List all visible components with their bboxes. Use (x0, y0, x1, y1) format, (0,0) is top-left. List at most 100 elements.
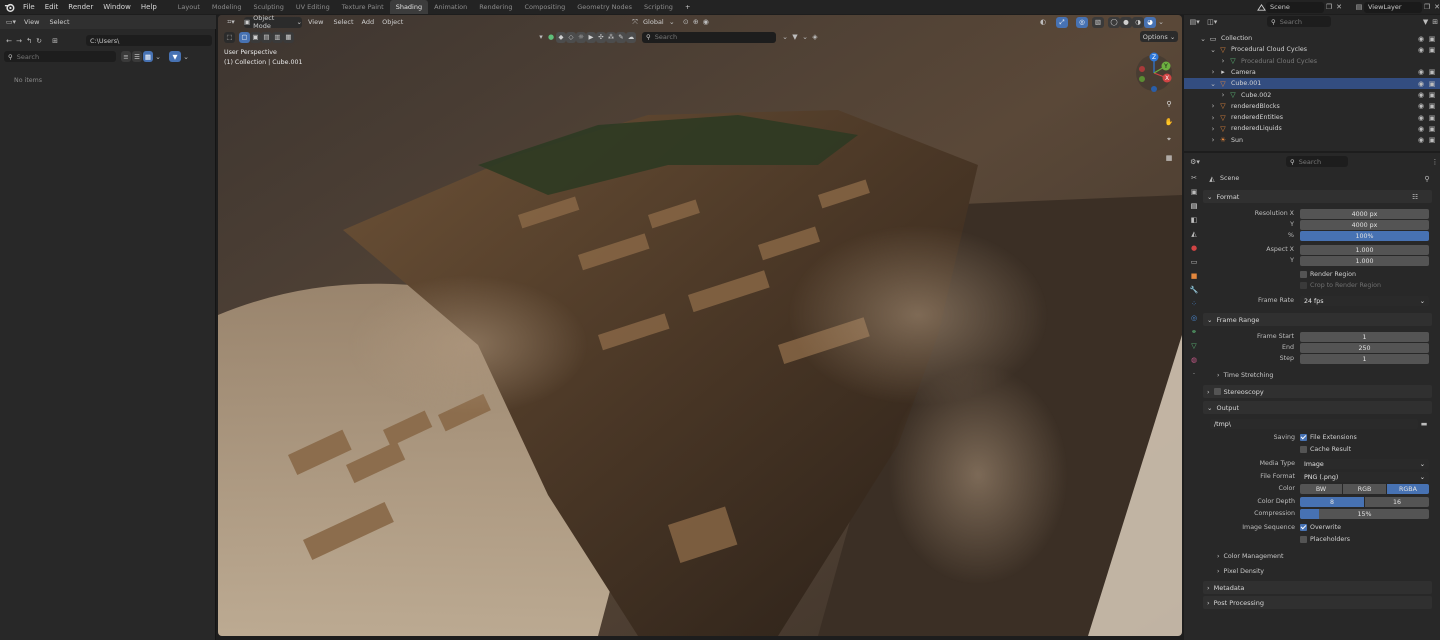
3d-viewport[interactable]: ⌗▾ ▣ Object Mode ⌄ View Select Add Object … (218, 15, 1182, 636)
post-processing-section-header[interactable]: › Post Processing (1203, 596, 1432, 609)
tool-tab-icon[interactable]: ✂ (1189, 173, 1199, 183)
resolution-x-field[interactable]: 4000 px (1300, 209, 1429, 219)
outliner-editor-type-icon[interactable]: ▤▾ (1188, 17, 1201, 27)
outliner-row[interactable]: › ☀ Sun ◉ ▣ (1184, 135, 1440, 146)
new-collection-icon[interactable]: ⊞ (1430, 17, 1440, 27)
tab-geometry-nodes[interactable]: Geometry Nodes (571, 0, 638, 14)
checkbox-icon[interactable] (1213, 388, 1221, 395)
sphere-icon[interactable]: ● (546, 32, 556, 42)
xray-toggle-icon[interactable]: ▧ (1092, 16, 1104, 28)
path-field[interactable]: C:\Users\ (86, 35, 212, 46)
select-new-icon[interactable]: ▢ (239, 31, 250, 43)
tab-scripting[interactable]: Scripting (638, 0, 679, 14)
filter-icon[interactable]: ▼ (1421, 17, 1431, 27)
filter-curve-icon[interactable]: ◇ (566, 31, 576, 43)
compression-slider[interactable]: 15% (1300, 509, 1429, 519)
particles-tab-icon[interactable]: ⁘ (1189, 299, 1199, 309)
camera-view-icon[interactable]: ⌖ (1162, 133, 1176, 146)
back-arrow-icon[interactable]: ← (4, 36, 14, 46)
render-camera-icon[interactable]: ▣ (1427, 124, 1437, 134)
outliner-row[interactable]: › ▸ Camera ◉ ▣ (1184, 67, 1440, 78)
file-extensions-checkbox[interactable]: File Extensions (1300, 434, 1357, 441)
color-depth-16-button[interactable]: 16 (1365, 497, 1429, 507)
expand-arrow-icon[interactable]: › (1218, 56, 1228, 66)
viewport-menu-add[interactable]: Add (358, 18, 379, 26)
physics-tab-icon[interactable]: ◎ (1189, 313, 1199, 323)
data-tab-icon[interactable]: ▽ (1189, 341, 1199, 351)
frame-step-field[interactable]: 1 (1300, 354, 1429, 364)
outliner-search-input[interactable]: ⚲ Search (1266, 16, 1331, 27)
outliner-row[interactable]: ⌄ ▭ Collection ◉ ▣ (1184, 33, 1440, 44)
orientation-dropdown-icon[interactable]: ⌄ (667, 17, 677, 27)
outliner-row[interactable]: › ▽ Procedural Cloud Cycles (1184, 56, 1440, 67)
tab-sculpting[interactable]: Sculpting (247, 0, 289, 14)
visibility-eye-icon[interactable]: ◉ (1416, 135, 1426, 145)
overlay-toggle-icon[interactable]: ◎ (1076, 16, 1088, 28)
resolution-y-field[interactable]: 4000 px (1300, 220, 1429, 230)
display-dropdown-icon[interactable]: ⌄ (153, 52, 163, 62)
menu-window[interactable]: Window (98, 3, 136, 11)
pivot-icon[interactable]: ⊙ (681, 17, 691, 27)
time-stretching-subpanel[interactable]: › Time Stretching (1217, 372, 1273, 379)
tab-rendering[interactable]: Rendering (473, 0, 518, 14)
filter-funnel-icon[interactable]: ⌄ (780, 32, 790, 42)
color-bw-button[interactable]: BW (1300, 484, 1342, 494)
format-section-header[interactable]: ⌄ Format ☷ (1203, 190, 1432, 203)
gizmo-toggle-icon[interactable]: ⤢ (1056, 16, 1068, 28)
color-depth-8-button[interactable]: 8 (1300, 497, 1364, 507)
expand-arrow-icon[interactable]: › (1208, 67, 1218, 77)
outliner-row[interactable]: ⌄ ▽ Cube.001 ◉ ▣ (1184, 78, 1440, 90)
frame-range-section-header[interactable]: ⌄ Frame Range (1203, 313, 1432, 326)
visibility-eye-icon[interactable]: ◉ (1416, 34, 1426, 44)
list-vertical-icon[interactable]: ≡ (121, 51, 131, 62)
filter-volume-icon[interactable]: ☁ (626, 31, 636, 43)
output-path-field[interactable]: /tmp\ (1210, 419, 1418, 429)
rendered-shading-icon[interactable]: ◕ (1144, 16, 1156, 28)
render-region-checkbox[interactable]: Render Region (1300, 271, 1356, 278)
thumbnails-icon[interactable]: ▦ (143, 51, 153, 62)
modifier-tab-icon[interactable]: 🔧 (1189, 285, 1199, 295)
solid-shading-icon[interactable]: ● (1120, 16, 1132, 28)
menu-edit[interactable]: Edit (40, 3, 64, 11)
media-type-dropdown[interactable]: Image ⌄ (1300, 459, 1429, 469)
visibility-eye-icon[interactable]: ◉ (1416, 124, 1426, 134)
expand-arrow-icon[interactable]: ⌄ (1208, 79, 1218, 89)
properties-editor-type-icon[interactable]: ⚙▾ (1188, 157, 1202, 167)
collection-tab-icon[interactable]: ▭ (1189, 257, 1199, 267)
select-intersect-icon[interactable]: ▦ (283, 31, 294, 43)
texture-tab-icon[interactable]: · (1189, 369, 1199, 379)
material-tab-icon[interactable]: ◍ (1189, 355, 1199, 365)
filter-funnel-icon[interactable]: ▼ (790, 32, 800, 42)
select-subtract-icon[interactable]: ▤ (261, 31, 272, 43)
filter-light-icon[interactable]: ☼ (576, 31, 586, 43)
object-mode-dropdown[interactable]: ▣ Object Mode ⌄ (244, 15, 302, 30)
viewport-search-input[interactable]: ⚲ Search (642, 31, 776, 43)
viewport-menu-view[interactable]: View (302, 18, 329, 26)
display-mode-icon[interactable]: ◫▾ (1205, 17, 1218, 27)
select-tool-icon[interactable]: ⬚ (224, 31, 235, 43)
menu-help[interactable]: Help (136, 3, 162, 11)
world-tab-icon[interactable]: ● (1189, 243, 1199, 253)
file-select-menu[interactable]: Select (45, 18, 73, 26)
crop-region-checkbox[interactable]: Crop to Render Region (1300, 282, 1381, 289)
visibility-eye-icon[interactable]: ◉ (1416, 90, 1426, 100)
stereoscopy-section-header[interactable]: › Stereoscopy (1203, 385, 1432, 398)
tab-animation[interactable]: Animation (428, 0, 473, 14)
aspect-y-field[interactable]: 1.000 (1300, 256, 1429, 266)
visibility-eye-icon[interactable]: ◉ (1416, 67, 1426, 77)
color-rgb-button[interactable]: RGB (1343, 484, 1386, 494)
wireframe-shading-icon[interactable]: ◯ (1108, 16, 1120, 28)
view-layer-tab-icon[interactable]: ◧ (1189, 215, 1199, 225)
editor-type-icon[interactable]: ▭▾ (4, 17, 18, 27)
pan-hand-icon[interactable]: ✋ (1162, 115, 1176, 128)
copy-viewlayer-icon[interactable]: ❐ (1422, 2, 1432, 12)
new-folder-icon[interactable]: ⊞ (50, 36, 60, 46)
tab-compositing[interactable]: Compositing (518, 0, 571, 14)
tab-layout[interactable]: Layout (172, 0, 206, 14)
snap-icon[interactable]: ⊕ (691, 17, 701, 27)
outliner-row[interactable]: › ▽ Cube.002 ◉ ▣ (1184, 90, 1440, 101)
scene-icon[interactable] (1256, 2, 1266, 12)
render-camera-icon[interactable]: ▣ (1427, 79, 1437, 89)
expand-arrow-icon[interactable]: › (1208, 113, 1218, 123)
file-search-input[interactable]: ⚲ Search (4, 51, 116, 62)
